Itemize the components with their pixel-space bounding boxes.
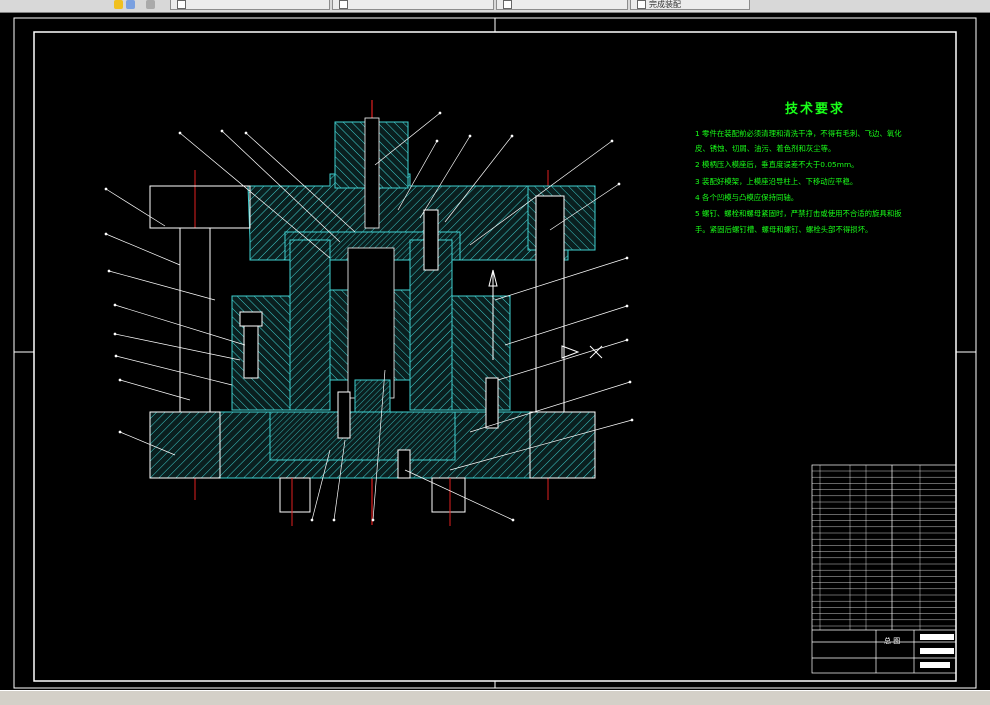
screw-left	[243, 317, 259, 379]
tech-line-1: 1 零件在装配前必须清理和清洗干净，不得有毛刺、飞边、氧化	[695, 129, 902, 138]
document-icon	[177, 0, 186, 9]
cube-icon[interactable]	[126, 0, 135, 9]
title-block-name: 总 图	[884, 637, 901, 645]
stripper-right	[451, 295, 511, 411]
screw-bottom	[337, 391, 351, 439]
punch-left-wall	[289, 239, 331, 411]
drawing-no-cell	[920, 662, 950, 668]
tab-4[interactable]: 完成装配	[630, 0, 750, 10]
status-bar	[0, 690, 990, 705]
tech-requirements-title: 技术要求	[785, 102, 846, 117]
document-icon	[503, 0, 512, 9]
screw-top	[423, 209, 439, 271]
tab-3[interactable]	[496, 0, 628, 10]
guide-post-right	[535, 195, 565, 413]
parts-list-rows	[812, 465, 956, 630]
tech-line-7: 手。紧固后螺钉槽、螺母和螺钉、螺栓头部不得损坏。	[695, 225, 873, 234]
upper-guide-bushing-left	[149, 185, 251, 229]
school-label-cell	[920, 634, 954, 640]
guide-post-left	[179, 227, 211, 413]
dropdown-icon[interactable]	[146, 0, 155, 9]
screw-right	[485, 377, 499, 429]
document-icon	[637, 0, 646, 9]
die-plate	[269, 411, 456, 461]
tab-1[interactable]	[170, 0, 330, 10]
layer-icon[interactable]	[114, 0, 123, 9]
drawing-name-cell	[920, 648, 954, 654]
tech-line-3: 2 模柄压入模座后，垂直度误差不大于0.05mm。	[695, 160, 859, 169]
tech-line-4: 3 装配好模架，上模座沿导柱上、下移动应平稳。	[695, 177, 858, 186]
document-icon	[339, 0, 348, 9]
tech-line-2: 皮、锈蚀、切屑、油污、着色剂和灰尘等。	[695, 144, 836, 153]
tab-2[interactable]	[332, 0, 494, 10]
tech-line-5: 4 各个凹模与凸模应保持同轴。	[695, 193, 799, 202]
tech-line-6: 5 螺钉、螺栓和螺母紧固时，严禁打击或使用不合适的旋具和扳	[695, 209, 902, 218]
